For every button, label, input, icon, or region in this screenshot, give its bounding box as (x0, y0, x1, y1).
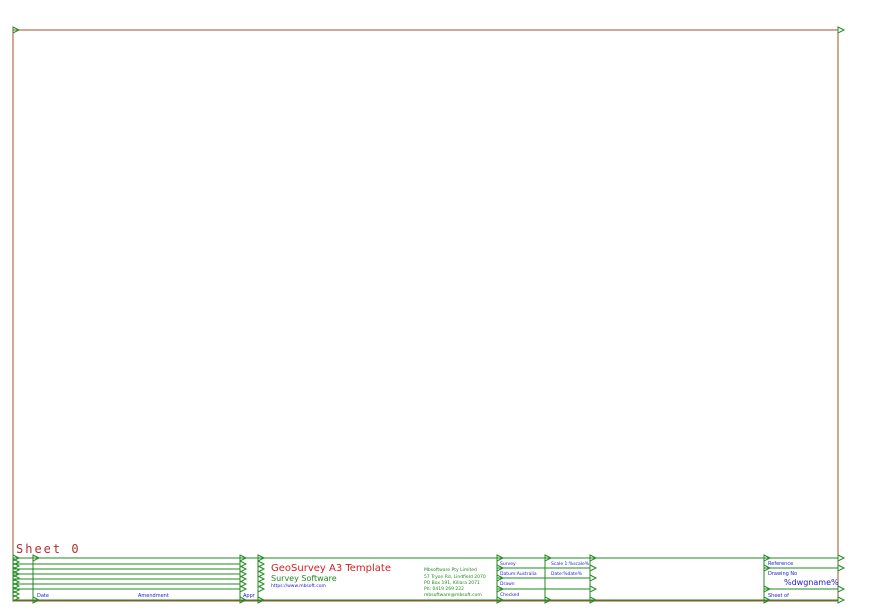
reference-block: Reference Drawing No %dwgname% Sheet of (768, 561, 839, 599)
signoff-checked: Checked (500, 592, 519, 598)
anchor-marker (589, 564, 598, 572)
signoff-design: Date:%date% (551, 571, 583, 577)
drawing-name: %dwgname% (784, 578, 839, 587)
company-email: mbsoftware@mbsoft.com (424, 592, 482, 598)
signoff-survey: Survey (500, 561, 516, 567)
anchor-marker (589, 585, 598, 593)
website-text: https://www.mbsoft.com (271, 583, 326, 589)
sheet-of-label: Sheet of (768, 593, 789, 599)
anchor-marker (257, 585, 266, 593)
sheet-label: Sheet 0 (16, 542, 81, 556)
company-phone: Ph: 0419 269 222 (424, 586, 464, 592)
drawing-sheet: Sheet 0 Date Amendment Appr GeoSurvey A3… (12, 26, 846, 604)
anchor-marker (837, 585, 846, 593)
title-area: GeoSurvey A3 Template Survey Software ht… (271, 563, 391, 589)
software-name: Survey Software (271, 574, 337, 583)
template-title: GeoSurvey A3 Template (271, 563, 391, 574)
anchor-marker (837, 564, 846, 572)
company-details: Mbsoftware Pty Limited 57 Tryon Rd, Lind… (424, 567, 486, 598)
anchor-marker (837, 596, 846, 604)
revision-col-date: Date (37, 593, 49, 599)
drawing-no-label: Drawing No (768, 571, 797, 577)
anchor-marker (837, 26, 846, 34)
company-address2: PO Box 191, Killara 2071 (424, 580, 480, 586)
anchor-marker (837, 554, 846, 562)
sheet-border (12, 29, 839, 602)
signoff-scale: Scale 1:%scale% (551, 561, 590, 567)
reference-label: Reference (768, 561, 793, 567)
company-address1: 57 Tryon Rd, Lindfield 2070 (424, 574, 486, 580)
revision-col-amendment: Amendment (138, 593, 169, 599)
signoff-drawn: Drawn (500, 581, 515, 587)
anchor-markers (12, 26, 846, 604)
revision-col-appr: Appr (243, 593, 256, 599)
anchor-marker (239, 585, 248, 593)
signoff-datum: Datum:Australia (500, 571, 537, 577)
company-name: Mbsoftware Pty Limited (424, 567, 477, 573)
revision-block: Date Amendment Appr (37, 593, 256, 599)
anchor-marker (589, 574, 598, 582)
